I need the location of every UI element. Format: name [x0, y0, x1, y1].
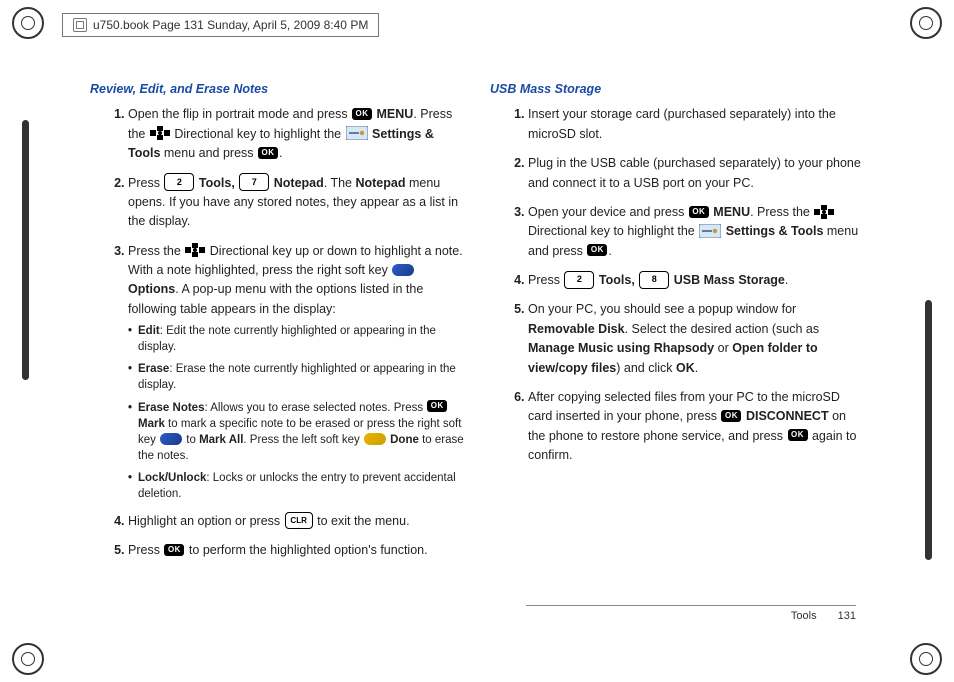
option-lock-unlock: Lock/Unlock: Locks or unlocks the entry …	[128, 470, 464, 502]
text: to exit the menu.	[317, 514, 409, 528]
text-bold: Notepad	[270, 176, 323, 190]
text: to	[183, 434, 199, 446]
step-r2: Plug in the USB cable (purchased separat…	[528, 154, 864, 193]
step-2: Press 2 Tools, 7 Notepad. The Notepad me…	[128, 174, 464, 232]
text-bold: Tools,	[595, 273, 638, 287]
ok-key-icon: OK	[427, 400, 447, 412]
footer-page-number: 131	[838, 610, 856, 622]
ok-key-icon: OK	[788, 429, 808, 441]
step-5: Press OK to perform the highlighted opti…	[128, 541, 464, 560]
clr-key-icon: CLR	[285, 512, 313, 529]
text-bold: MENU	[710, 205, 750, 219]
text: : Edit the note currently highlighted or…	[138, 325, 436, 353]
steps-right: Insert your storage card (purchased sepa…	[490, 105, 864, 465]
text-bold: Edit	[138, 325, 160, 337]
options-list: Edit: Edit the note currently highlighte…	[128, 323, 464, 502]
text: Press	[128, 176, 163, 190]
crop-ring-br	[910, 643, 942, 675]
text: . Select the desired action (such as	[625, 322, 820, 336]
ok-key-icon: OK	[352, 108, 372, 120]
text-bold: Erase Notes	[138, 402, 204, 414]
text-bold: OK	[676, 361, 695, 375]
text-bold: Manage Music using Rhapsody	[528, 341, 714, 355]
text-bold: Options	[128, 282, 175, 296]
text: . The	[324, 176, 356, 190]
text: Directional key to highlight the	[528, 224, 698, 238]
text-bold: Settings & Tools	[722, 224, 823, 238]
text: Press the	[128, 244, 184, 258]
text: menu and press	[160, 146, 257, 160]
crop-ring-tr	[910, 7, 942, 39]
edge-bar-right	[925, 300, 932, 560]
text: to perform the highlighted option's func…	[189, 543, 428, 557]
text: : Erase the note currently highlighted o…	[138, 363, 456, 391]
step-4: Highlight an option or press CLR to exit…	[128, 512, 464, 531]
right-softkey-icon	[392, 264, 414, 276]
text-bold: Notepad	[355, 176, 405, 190]
text: Press	[128, 543, 163, 557]
crop-ring-tl	[12, 7, 44, 39]
section-title-right: USB Mass Storage	[490, 80, 864, 99]
step-3: Press the Directional key up or down to …	[128, 242, 464, 502]
edge-bar-left	[22, 120, 29, 380]
ok-key-icon: OK	[721, 410, 741, 422]
page-body: Review, Edit, and Erase Notes Open the f…	[90, 80, 864, 627]
page-footer: Tools 131	[526, 605, 856, 622]
step-r6: After copying selected files from your P…	[528, 388, 864, 466]
section-title-left: Review, Edit, and Erase Notes	[90, 80, 464, 99]
text-bold: MENU	[373, 107, 413, 121]
footer-section-label: Tools	[791, 610, 817, 622]
directional-key-icon	[814, 205, 834, 219]
option-erase: Erase: Erase the note currently highligh…	[128, 361, 464, 393]
option-erase-notes: Erase Notes: Allows you to erase selecte…	[128, 400, 464, 464]
text: Open your device and press	[528, 205, 688, 219]
text-bold: Mark	[138, 418, 165, 430]
right-column: USB Mass Storage Insert your storage car…	[490, 80, 864, 627]
text-bold: USB Mass Storage	[670, 273, 785, 287]
text: : Allows you to erase selected notes. Pr…	[204, 402, 426, 414]
text: Highlight an option or press	[128, 514, 284, 528]
step-r1: Insert your storage card (purchased sepa…	[528, 105, 864, 144]
text: On your PC, you should see a popup windo…	[528, 302, 796, 316]
settings-tools-icon	[346, 126, 368, 140]
step-r3: Open your device and press OK MENU. Pres…	[528, 203, 864, 261]
steps-left: Open the flip in portrait mode and press…	[90, 105, 464, 560]
step-r5: On your PC, you should see a popup windo…	[528, 300, 864, 378]
text-bold: Erase	[138, 363, 169, 375]
text: or	[714, 341, 732, 355]
crop-ring-bl	[12, 643, 44, 675]
text: Directional key to highlight the	[174, 127, 344, 141]
key-2-icon: 2	[564, 271, 594, 289]
crop-glyph-icon	[73, 18, 87, 32]
text: ) and click	[616, 361, 676, 375]
text: . Press the	[750, 205, 813, 219]
text: Open the flip in portrait mode and press	[128, 107, 351, 121]
step-r4: Press 2 Tools, 8 USB Mass Storage.	[528, 271, 864, 290]
directional-key-icon	[150, 126, 170, 140]
key-2-icon: 2	[164, 173, 194, 191]
settings-tools-icon	[699, 224, 721, 238]
header-crop-text: u750.book Page 131 Sunday, April 5, 2009…	[93, 18, 368, 32]
left-column: Review, Edit, and Erase Notes Open the f…	[90, 80, 464, 627]
ok-key-icon: OK	[689, 206, 709, 218]
key-7-icon: 7	[239, 173, 269, 191]
right-softkey-icon	[160, 433, 182, 445]
directional-key-icon	[185, 243, 205, 257]
header-crop-mark: u750.book Page 131 Sunday, April 5, 2009…	[62, 13, 379, 37]
left-softkey-icon	[364, 433, 386, 445]
ok-key-icon: OK	[587, 244, 607, 256]
text: . Press the left soft key	[243, 434, 363, 446]
ok-key-icon: OK	[164, 544, 184, 556]
text: Press	[528, 273, 563, 287]
option-edit: Edit: Edit the note currently highlighte…	[128, 323, 464, 355]
key-8-icon: 8	[639, 271, 669, 289]
text-bold: Tools,	[195, 176, 238, 190]
text-bold: Removable Disk	[528, 322, 625, 336]
text-bold: Lock/Unlock	[138, 472, 206, 484]
text-bold: Done	[387, 434, 419, 446]
step-1: Open the flip in portrait mode and press…	[128, 105, 464, 163]
text-bold: Mark All	[199, 434, 243, 446]
text-bold: DISCONNECT	[742, 409, 828, 423]
ok-key-icon: OK	[258, 147, 278, 159]
